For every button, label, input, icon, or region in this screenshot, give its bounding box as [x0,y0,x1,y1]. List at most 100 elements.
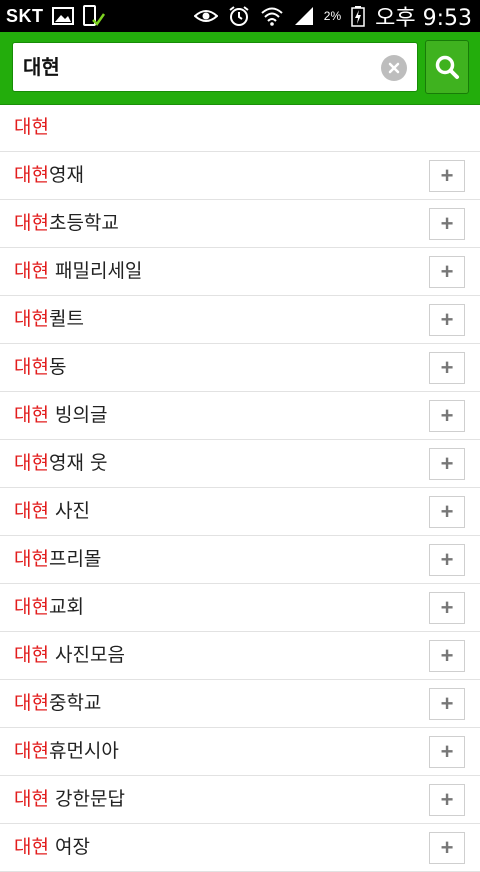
suggestion-suffix: 영재 [48,164,84,186]
clock: 오후 9:53 [375,6,472,31]
suggestion-text: 대현 여장 [14,824,90,870]
add-to-query-button[interactable]: + [429,160,465,192]
suggestion-item[interactable]: 대현초등학교 + [0,200,480,248]
plus-icon: + [440,403,454,428]
suggestion-suffix: 프리몰 [48,548,102,570]
add-to-query-button[interactable]: + [429,832,465,864]
suggestion-match-highlight: 대현 [14,164,49,186]
suggestion-item[interactable]: 대현퀼트 + [0,296,480,344]
status-bar: SKT 2% 오후 9:53 [0,0,480,32]
wifi-icon [260,6,284,26]
clear-button[interactable] [381,55,407,81]
suggestion-match-highlight: 대현 [14,356,49,378]
suggestion-suffix: 중학교 [48,692,102,714]
plus-icon: + [440,211,454,236]
suggestion-suffix: 동 [48,356,67,378]
suggestion-match-highlight: 대현 [14,452,49,474]
add-to-query-button[interactable]: + [429,688,465,720]
search-input[interactable]: 대현 [23,43,60,91]
search-icon [435,55,459,79]
add-to-query-button[interactable]: + [429,640,465,672]
suggestion-text: 대현중학교 [14,680,101,726]
plus-icon: + [440,307,454,332]
search-button[interactable] [425,40,469,94]
suggestion-suffix: 사진 [48,500,90,522]
suggestion-suffix: 사진모음 [48,644,125,666]
suggestion-item[interactable]: 대현휴먼시아 + [0,728,480,776]
suggestion-text: 대현동 [14,344,66,390]
search-bar: 대현 [0,32,480,105]
suggestion-item[interactable]: 대현 사진 + [0,488,480,536]
suggestion-text: 대현프리몰 [14,536,101,582]
alarm-icon [228,5,250,27]
suggestion-suffix: 교회 [48,596,84,618]
suggestion-text: 대현초등학교 [14,200,119,246]
add-to-query-button[interactable]: + [429,400,465,432]
suggestion-item[interactable]: 대현 여장 + [0,824,480,872]
suggestion-match-highlight: 대현 [14,692,49,714]
add-to-query-button[interactable]: + [429,496,465,528]
battery-charging-icon [351,5,365,27]
suggestion-item[interactable]: 대현교회 + [0,584,480,632]
suggestion-item[interactable]: 대현 빙의글 + [0,392,480,440]
add-to-query-button[interactable]: + [429,352,465,384]
suggestion-item[interactable]: 대현 패밀리세일 + [0,248,480,296]
add-to-query-button[interactable]: + [429,784,465,816]
plus-icon: + [440,739,454,764]
add-to-query-button[interactable]: + [429,448,465,480]
plus-icon: + [440,451,454,476]
suggestion-item[interactable]: 대현영재 웃 + [0,440,480,488]
add-to-query-button[interactable]: + [429,256,465,288]
suggestion-text: 대현 사진모음 [14,632,125,678]
suggestion-list: 대현 대현영재 + 대현초등학교 + 대현 패밀리세일 + 대현퀼트 + 대현동 + 대현 빙의글 + 대… [0,104,480,872]
suggestion-item[interactable]: 대현 사진모음 + [0,632,480,680]
signal-icon [294,6,314,26]
add-to-query-button[interactable]: + [429,544,465,576]
eye-icon [193,8,218,24]
suggestion-text: 대현교회 [14,584,84,630]
suggestion-text: 대현영재 [14,152,84,198]
suggestion-text: 대현영재 웃 [14,440,107,486]
plus-icon: + [440,499,454,524]
suggestion-suffix: 빙의글 [48,404,108,426]
suggestion-match-highlight: 대현 [14,596,49,618]
suggestion-match-highlight: 대현 [14,836,49,858]
phone-check-icon [82,5,106,27]
add-to-query-button[interactable]: + [429,304,465,336]
suggestion-suffix: 영재 웃 [48,452,108,474]
suggestion-suffix: 초등학교 [48,212,119,234]
plus-icon: + [440,355,454,380]
suggestion-text: 대현 패밀리세일 [14,248,142,294]
carrier-label: SKT [6,5,44,26]
suggestion-item[interactable]: 대현 [0,104,480,152]
add-to-query-button[interactable]: + [429,736,465,768]
add-to-query-button[interactable]: + [429,592,465,624]
plus-icon: + [440,787,454,812]
suggestion-item[interactable]: 대현중학교 + [0,680,480,728]
plus-icon: + [440,643,454,668]
suggestion-suffix: 패밀리세일 [48,260,143,282]
plus-icon: + [440,691,454,716]
plus-icon: + [440,835,454,860]
suggestion-match-highlight: 대현 [14,548,49,570]
suggestion-match-highlight: 대현 [14,116,49,138]
search-field[interactable]: 대현 [12,42,418,92]
suggestion-match-highlight: 대현 [14,644,49,666]
suggestion-item[interactable]: 대현프리몰 + [0,536,480,584]
suggestion-text: 대현 빙의글 [14,392,107,438]
plus-icon: + [440,595,454,620]
suggestion-item[interactable]: 대현 강한문답 + [0,776,480,824]
suggestion-item[interactable]: 대현동 + [0,344,480,392]
suggestion-match-highlight: 대현 [14,788,49,810]
suggestion-suffix: 강한문답 [48,788,125,810]
plus-icon: + [440,259,454,284]
suggestion-match-highlight: 대현 [14,308,49,330]
suggestion-item[interactable]: 대현영재 + [0,152,480,200]
suggestion-match-highlight: 대현 [14,500,49,522]
suggestion-suffix: 여장 [48,836,90,858]
suggestion-match-highlight: 대현 [14,404,49,426]
suggestion-match-highlight: 대현 [14,260,49,282]
plus-icon: + [440,163,454,188]
suggestion-match-highlight: 대현 [14,740,49,762]
add-to-query-button[interactable]: + [429,208,465,240]
